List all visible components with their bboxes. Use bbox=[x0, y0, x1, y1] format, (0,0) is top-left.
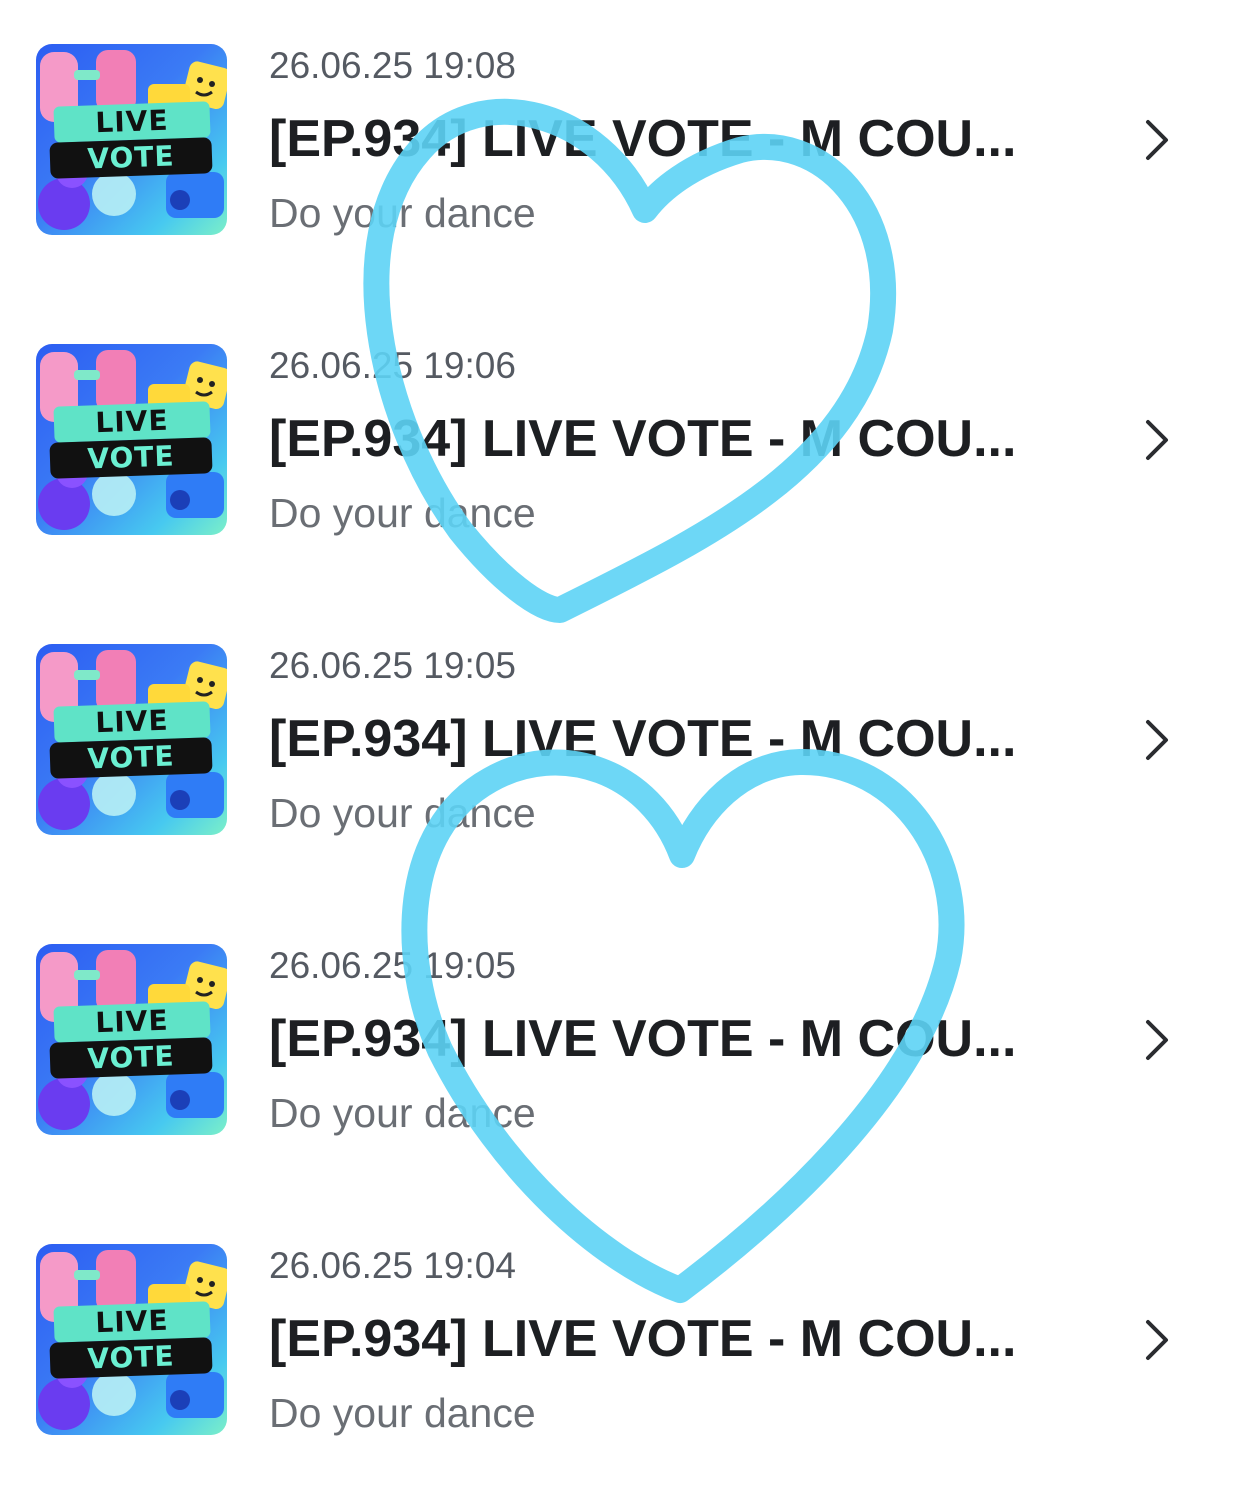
thumbnail-live-label: LIVE bbox=[53, 101, 211, 143]
live-vote-thumbnail: LIVE VOTE bbox=[36, 644, 227, 835]
item-title: [EP.934] LIVE VOTE - M COU... bbox=[269, 410, 1017, 468]
item-description: Do your dance bbox=[269, 190, 536, 236]
list-item[interactable]: LIVE VOTE 26.06.25 19:05 [EP.934] LIVE V… bbox=[0, 600, 1237, 900]
item-description: Do your dance bbox=[269, 1090, 536, 1136]
list-item[interactable]: LIVE VOTE 26.06.25 19:04 [EP.934] LIVE V… bbox=[0, 1200, 1237, 1500]
item-timestamp: 26.06.25 19:05 bbox=[269, 945, 516, 986]
thumbnail-vote-label: VOTE bbox=[49, 1037, 213, 1079]
item-title: [EP.934] LIVE VOTE - M COU... bbox=[269, 710, 1017, 768]
item-timestamp: 26.06.25 19:04 bbox=[269, 1245, 516, 1286]
notification-list: LIVE VOTE 26.06.25 19:08 [EP.934] LIVE V… bbox=[0, 0, 1237, 1491]
thumbnail-live-label: LIVE bbox=[53, 401, 211, 443]
item-description: Do your dance bbox=[269, 1390, 536, 1436]
live-vote-thumbnail: LIVE VOTE bbox=[36, 344, 227, 535]
live-vote-thumbnail: LIVE VOTE bbox=[36, 1244, 227, 1435]
chevron-right-icon[interactable] bbox=[1140, 1018, 1174, 1062]
item-description: Do your dance bbox=[269, 490, 536, 536]
item-timestamp: 26.06.25 19:08 bbox=[269, 45, 516, 86]
thumbnail-vote-label: VOTE bbox=[49, 1337, 213, 1379]
chevron-right-icon[interactable] bbox=[1140, 1318, 1174, 1362]
thumbnail-live-label: LIVE bbox=[53, 701, 211, 743]
live-vote-thumbnail: LIVE VOTE bbox=[36, 944, 227, 1135]
chevron-right-icon[interactable] bbox=[1140, 718, 1174, 762]
thumbnail-vote-label: VOTE bbox=[49, 737, 213, 779]
item-title: [EP.934] LIVE VOTE - M COU... bbox=[269, 1010, 1017, 1068]
item-timestamp: 26.06.25 19:06 bbox=[269, 345, 516, 386]
chevron-right-icon[interactable] bbox=[1140, 418, 1174, 462]
thumbnail-vote-label: VOTE bbox=[49, 137, 213, 179]
item-timestamp: 26.06.25 19:05 bbox=[269, 645, 516, 686]
list-item[interactable]: LIVE VOTE 26.06.25 19:08 [EP.934] LIVE V… bbox=[0, 0, 1237, 300]
item-title: [EP.934] LIVE VOTE - M COU... bbox=[269, 1310, 1017, 1368]
item-title: [EP.934] LIVE VOTE - M COU... bbox=[269, 110, 1017, 168]
live-vote-thumbnail: LIVE VOTE bbox=[36, 44, 227, 235]
thumbnail-live-label: LIVE bbox=[53, 1001, 211, 1043]
chevron-right-icon[interactable] bbox=[1140, 118, 1174, 162]
list-item[interactable]: LIVE VOTE 26.06.25 19:06 [EP.934] LIVE V… bbox=[0, 300, 1237, 600]
thumbnail-vote-label: VOTE bbox=[49, 437, 213, 479]
thumbnail-live-label: LIVE bbox=[53, 1301, 211, 1343]
list-item[interactable]: LIVE VOTE 26.06.25 19:05 [EP.934] LIVE V… bbox=[0, 900, 1237, 1200]
item-description: Do your dance bbox=[269, 790, 536, 836]
